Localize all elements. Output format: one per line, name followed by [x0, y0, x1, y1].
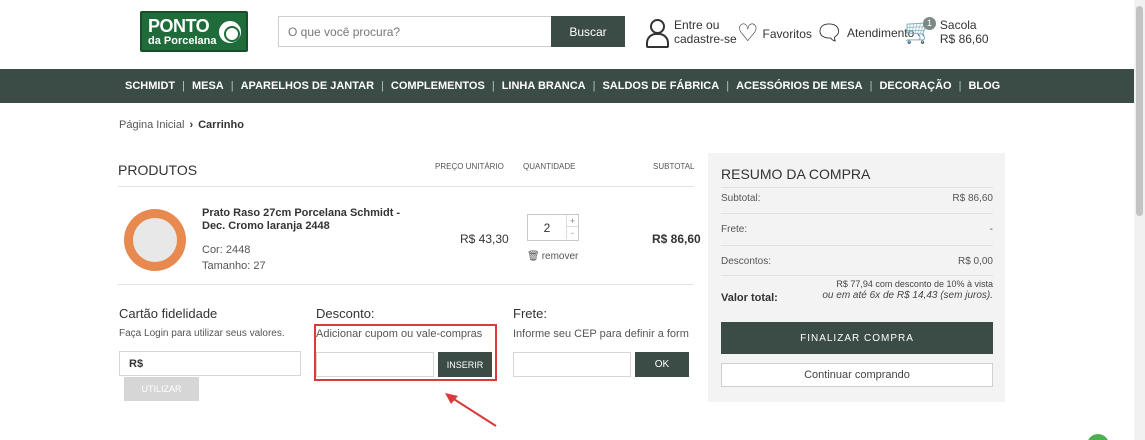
heart-icon: ♡ — [737, 20, 759, 47]
annotation-arrow-icon — [445, 393, 497, 427]
nav-divider: | — [958, 80, 962, 92]
site-logo[interactable]: PONTO da Porcelana — [140, 11, 248, 52]
nav-item-decoracao[interactable]: DECORAÇÃO — [879, 80, 951, 92]
divider — [118, 186, 694, 187]
shipping-desc: Informe seu CEP para definir a forma de … — [513, 328, 689, 340]
loyalty-title: Cartão fidelidade — [119, 306, 218, 321]
nav-divider: | — [230, 80, 234, 92]
search-button[interactable]: Buscar — [551, 16, 625, 47]
nav-divider: | — [491, 80, 495, 92]
divider — [721, 187, 993, 188]
bag-count-badge: 1 — [923, 17, 936, 30]
page-scrollbar[interactable] — [1134, 0, 1145, 440]
bag-link[interactable]: 🛒 1 Sacola R$ 86,60 — [904, 17, 989, 46]
quantity-header: QUANTIDADE — [523, 162, 576, 171]
subtotal-value: R$ 86,60 — [952, 193, 993, 204]
nav-item-mesa[interactable]: MESA — [192, 80, 224, 92]
shipping-label: Frete: — [721, 224, 748, 235]
nav-item-acessorios[interactable]: ACESSÓRIOS DE MESA — [736, 80, 863, 92]
loyalty-desc: Faça Login para utilizar seus valores. — [119, 328, 285, 339]
calculate-shipping-button[interactable]: OK — [635, 352, 689, 377]
subtotal-label: Subtotal: — [721, 193, 761, 204]
main-nav: SCHMIDT | MESA | APARELHOS DE JANTAR | COMP… — [0, 69, 1134, 103]
total-installments: ou em até 6x de R$ 14,43 (sem juros). — [822, 290, 993, 301]
loyalty-amount-field[interactable]: R$ — [119, 351, 301, 376]
breadcrumb-home[interactable]: Página Inicial — [119, 119, 184, 131]
coupon-input[interactable] — [316, 352, 434, 377]
divider — [721, 213, 993, 214]
total-label: Valor total: — [721, 292, 778, 304]
summary-title: RESUMO DA COMPRA — [721, 166, 871, 182]
favorites-label: Favoritos — [762, 27, 812, 41]
divider — [721, 275, 993, 276]
logo-line2: da Porcelana — [148, 34, 217, 47]
bag-total: R$ 86,60 — [939, 32, 989, 46]
unit-price-header: PREÇO UNITÁRIO — [435, 162, 504, 171]
currency-prefix: R$ — [129, 357, 144, 370]
remove-label: remover — [541, 251, 579, 262]
summary-shipping-row: Frete: - — [721, 224, 993, 235]
nav-divider: | — [726, 80, 730, 92]
quantity-decrease-button[interactable]: - — [566, 227, 578, 239]
support-link[interactable]: 🗨 Atendimento — [815, 22, 914, 44]
nav-item-complementos[interactable]: COMPLEMENTOS — [391, 80, 485, 92]
zip-code-input[interactable] — [513, 352, 631, 377]
subtotal-header: SUBTOTAL — [653, 162, 695, 171]
product-subtotal: R$ 86,60 — [652, 232, 701, 246]
order-summary-panel: RESUMO DA COMPRA Subtotal: R$ 86,60 Fret… — [708, 153, 1005, 402]
user-icon — [646, 19, 669, 48]
search-input[interactable]: O que você procura? — [278, 16, 552, 47]
products-title: PRODUTOS — [118, 162, 198, 178]
account-link[interactable]: Entre ou cadastre-se — [646, 18, 737, 48]
breadcrumb: Página Inicial › Carrinho — [119, 119, 244, 131]
product-unit-price: R$ 43,30 — [460, 232, 509, 246]
chat-bubble-icon: 🗨 — [815, 20, 843, 45]
remove-item-button[interactable]: 🗑 remover — [527, 251, 578, 262]
nav-item-linha-branca[interactable]: LINHA BRANCA — [502, 80, 586, 92]
nav-divider: | — [869, 80, 873, 92]
product-name[interactable]: Prato Raso 27cm Porcelana Schmidt - Dec.… — [202, 207, 422, 233]
cart-icon: 🛒 1 — [904, 17, 936, 44]
nav-divider: | — [592, 80, 596, 92]
favorites-link[interactable]: ♡ Favoritos — [737, 22, 812, 46]
checkout-button[interactable]: FINALIZAR COMPRA — [721, 322, 993, 354]
logo-line1: PONTO — [148, 15, 210, 36]
continue-shopping-button[interactable]: Continuar comprando — [721, 363, 993, 387]
account-label: Entre ou cadastre-se — [674, 18, 737, 46]
nav-item-schmidt[interactable]: SCHMIDT — [125, 80, 175, 92]
scrollbar-thumb[interactable] — [1136, 6, 1143, 216]
nav-item-aparelhos[interactable]: APARELHOS DE JANTAR — [241, 80, 374, 92]
discount-label: Descontos: — [721, 256, 772, 267]
nav-item-blog[interactable]: BLOG — [968, 80, 1000, 92]
use-loyalty-button[interactable]: UTILIZAR — [124, 377, 199, 401]
total-value: R$ 77,94 com desconto de 10% à vista ou … — [822, 278, 993, 302]
product-image[interactable] — [124, 209, 186, 271]
shipping-title: Frete: — [513, 306, 547, 321]
breadcrumb-current: Carrinho — [198, 119, 244, 131]
divider — [721, 245, 993, 246]
nav-divider: | — [381, 80, 384, 92]
total-cash-discount: R$ 77,94 com desconto de 10% à vista — [836, 279, 993, 289]
chat-widget-icon[interactable] — [1087, 434, 1109, 440]
quantity-increase-button[interactable]: + — [566, 215, 578, 227]
discount-value: R$ 0,00 — [957, 256, 993, 267]
quantity-stepper[interactable]: 2 + - — [527, 214, 579, 241]
product-size: Tamanho: 27 — [202, 260, 266, 272]
chevron-right-icon: › — [189, 119, 194, 131]
account-line1: Entre ou — [674, 18, 720, 32]
nav-divider: | — [182, 80, 185, 92]
summary-subtotal-row: Subtotal: R$ 86,60 — [721, 193, 993, 204]
account-line2: cadastre-se — [674, 32, 737, 46]
quantity-value[interactable]: 2 — [528, 215, 566, 240]
trash-icon: 🗑 — [527, 251, 540, 262]
discount-title: Desconto: — [316, 306, 375, 321]
shipping-value: - — [989, 224, 993, 235]
bag-label: Sacola — [939, 18, 977, 32]
insert-coupon-button[interactable]: INSERIR — [438, 352, 492, 377]
logo-seal-icon — [217, 19, 243, 45]
product-color: Cor: 2448 — [202, 244, 251, 256]
nav-item-saldos[interactable]: SALDOS DE FÁBRICA — [602, 80, 719, 92]
divider — [118, 284, 694, 285]
summary-discount-row: Descontos: R$ 0,00 — [721, 256, 993, 267]
